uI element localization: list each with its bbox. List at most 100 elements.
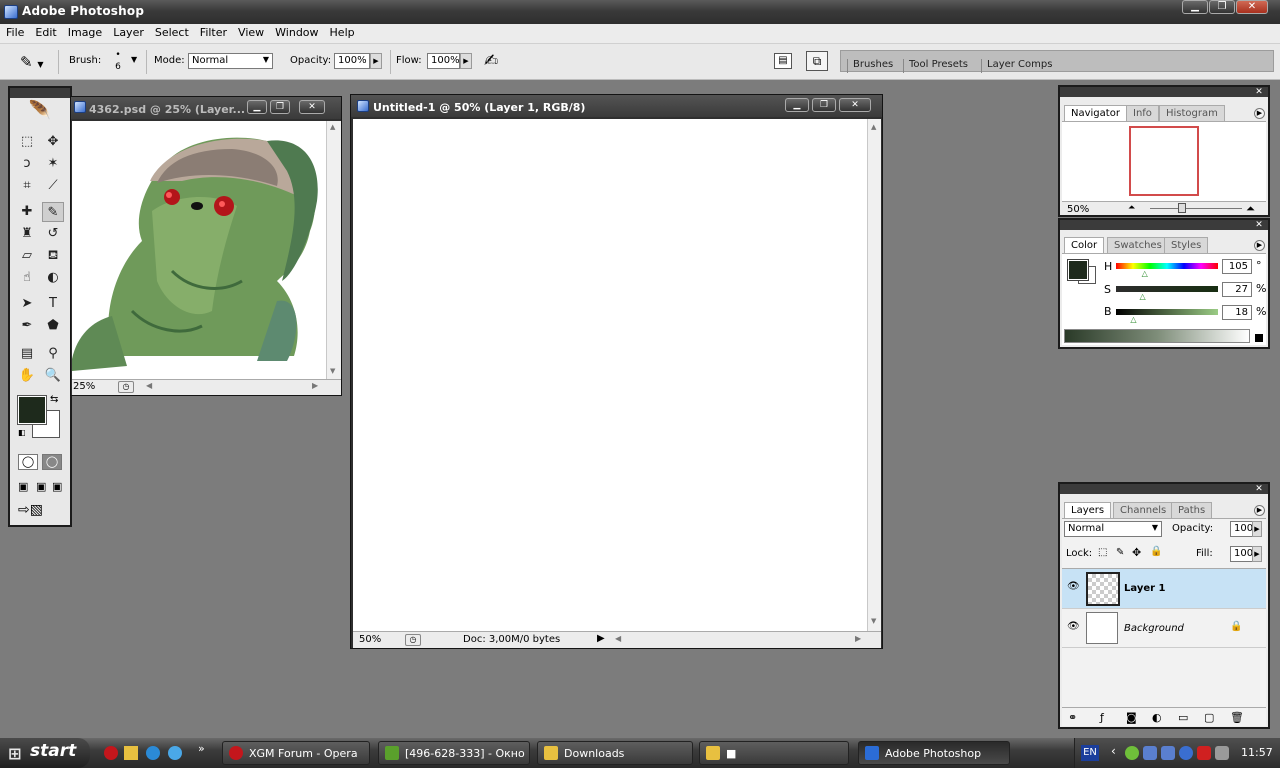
color-ramp[interactable] [1064,329,1250,343]
feather-logo-icon[interactable]: 🪶 [14,100,66,124]
doc-minimize-button[interactable]: ▁ [785,98,809,112]
layers-close-icon[interactable]: ✕ [1254,484,1264,494]
flow-slider-button[interactable]: ▶ [460,53,472,69]
ie-quicklaunch-icon[interactable] [146,746,160,760]
hue-slider[interactable] [1116,263,1218,269]
color-fg-swatch[interactable] [1067,259,1089,281]
zoom-tool-icon[interactable]: 🔍 [42,366,64,386]
file-browser-icon[interactable]: ⧉ [806,51,828,71]
tab-layers[interactable]: Layers [1064,502,1112,518]
doc2-hscroll-left-icon[interactable]: ◀ [615,634,621,643]
path-selection-tool-icon[interactable]: ➤ [16,294,38,314]
navigator-zoom-field[interactable]: 50% [1067,204,1089,215]
doc-maximize-button[interactable]: ❐ [812,98,836,112]
eraser-tool-icon[interactable]: ▱ [16,246,38,266]
menu-help[interactable]: Help [324,24,360,39]
quick-mask-mode-icon[interactable]: ◯ [42,454,62,470]
brightness-slider-thumb[interactable]: △ [1130,315,1136,324]
navigator-view-box[interactable] [1129,126,1199,196]
default-colors-icon[interactable]: ◧ [18,428,26,437]
adjustment-layer-icon[interactable]: ◐ [1152,711,1162,724]
standard-mode-icon[interactable]: ◯ [18,454,38,470]
layers-title-bar[interactable] [1060,484,1268,494]
task-opera[interactable]: XGM Forum - Opera [222,741,370,765]
notes-tool-icon[interactable]: ▤ [16,344,38,364]
minimize-button[interactable]: ▁ [1182,0,1208,14]
fill-slider-button[interactable]: ▶ [1252,546,1262,562]
status-menu-arrow-icon[interactable]: ▶ [597,633,605,644]
doc1-zoom-field[interactable]: 25% [72,381,110,394]
close-button[interactable]: ✕ [1236,0,1268,14]
tray-expand-icon[interactable]: ‹ [1111,744,1116,758]
full-screen-mode-icon[interactable]: ▣ [52,480,62,493]
doc-maximize-button[interactable]: ❐ [270,100,290,114]
menu-window[interactable]: Window [269,24,323,39]
tool-preset-picker-icon[interactable]: ✎ ▼ [20,53,44,71]
opacity-slider-button[interactable]: ▶ [370,53,382,69]
layers-menu-icon[interactable]: ▶ [1254,505,1265,516]
well-tab-tool-presets[interactable]: Tool Presets [903,59,973,73]
tab-navigator[interactable]: Navigator [1064,105,1127,121]
menu-edit[interactable]: Edit [29,24,61,39]
language-indicator[interactable]: EN [1081,745,1099,761]
delete-layer-icon[interactable]: 🗑 [1230,711,1244,724]
lock-position-icon[interactable]: ✥ [1132,546,1141,559]
airbrush-icon[interactable]: ✍ [484,51,498,71]
layer-style-icon[interactable]: ƒ [1100,711,1104,724]
type-tool-icon[interactable]: T [42,294,64,314]
shape-tool-icon[interactable]: ⬟ [42,316,64,336]
doc-close-button[interactable]: ✕ [839,98,871,112]
tab-info[interactable]: Info [1126,105,1159,121]
tray-antivirus-icon[interactable] [1197,746,1211,760]
doc1-status-menu-icon[interactable]: ◷ [118,381,134,393]
tray-network-icon-2[interactable] [1161,746,1175,760]
color-close-icon[interactable]: ✕ [1254,220,1264,230]
menu-select[interactable]: Select [149,24,194,39]
task-photoshop[interactable]: Adobe Photoshop [858,741,1010,765]
document-title-bar[interactable]: 4362.psd @ 25% (Layer... ▁ ❐ ✕ [71,97,341,119]
tray-help-icon[interactable] [1179,746,1193,760]
color-menu-icon[interactable]: ▶ [1254,240,1265,251]
hue-input[interactable]: 105 [1222,259,1252,274]
zoom-in-icon[interactable]: ⏶ [1246,202,1255,216]
document-canvas[interactable] [72,121,326,379]
lock-transparency-icon[interactable]: ⬚ [1098,547,1107,558]
tray-volume-icon[interactable] [1215,746,1229,760]
layer-name[interactable]: Layer 1 [1124,583,1165,594]
tab-paths[interactable]: Paths [1171,502,1213,518]
lock-all-icon[interactable]: 🔒 [1150,546,1162,557]
doc1-hscroll-right-icon[interactable]: ▶ [312,381,318,390]
doc2-zoom-field[interactable]: 50% [359,634,381,645]
jump-to-imageready-icon[interactable]: ⇨▧ [18,502,43,518]
zoom-out-icon[interactable]: ⏶ [1128,203,1135,213]
well-tab-brushes[interactable]: Brushes [847,59,898,73]
saturation-slider[interactable] [1116,286,1218,292]
menu-filter[interactable]: Filter [194,24,232,39]
new-group-icon[interactable]: ▭ [1178,711,1188,724]
task-downloads[interactable]: Downloads [537,741,693,765]
layer-mask-icon[interactable]: ◙ [1126,711,1137,724]
standard-screen-mode-icon[interactable]: ▣ [18,480,28,493]
menu-layer[interactable]: Layer [107,24,149,39]
navigator-preview[interactable] [1062,121,1266,201]
tab-swatches[interactable]: Swatches [1107,237,1169,253]
new-layer-icon[interactable]: ▢ [1204,711,1214,724]
dodge-tool-icon[interactable]: ◐ [42,268,64,288]
task-remote-window[interactable]: [496-628-333] - Окно ... [378,741,530,765]
document-title-bar[interactable]: Untitled-1 @ 50% (Layer 1, RGB/8) ▁ ❐ ✕ [351,95,882,117]
saturation-slider-thumb[interactable]: △ [1140,292,1146,301]
menu-image[interactable]: Image [62,24,107,39]
doc-close-button[interactable]: ✕ [299,100,325,114]
marquee-tool-icon[interactable]: ⬚ [16,132,38,152]
healing-brush-tool-icon[interactable]: ✚ [16,202,38,222]
layer-name[interactable]: Background [1124,623,1184,634]
opera-quicklaunch-icon[interactable] [104,746,118,760]
swap-colors-icon[interactable]: ⇆ [50,394,58,405]
color-ramp-black-swatch[interactable] [1255,334,1263,342]
mode-select[interactable]: Normal ▼ [188,53,273,69]
eyedropper-tool-icon[interactable]: ⚲ [42,344,64,364]
layer-visibility-eye-icon[interactable]: 👁 [1067,621,1080,632]
document-canvas[interactable] [353,119,867,631]
tray-network-icon[interactable] [1143,746,1157,760]
opacity-input[interactable]: 100% [334,53,370,69]
